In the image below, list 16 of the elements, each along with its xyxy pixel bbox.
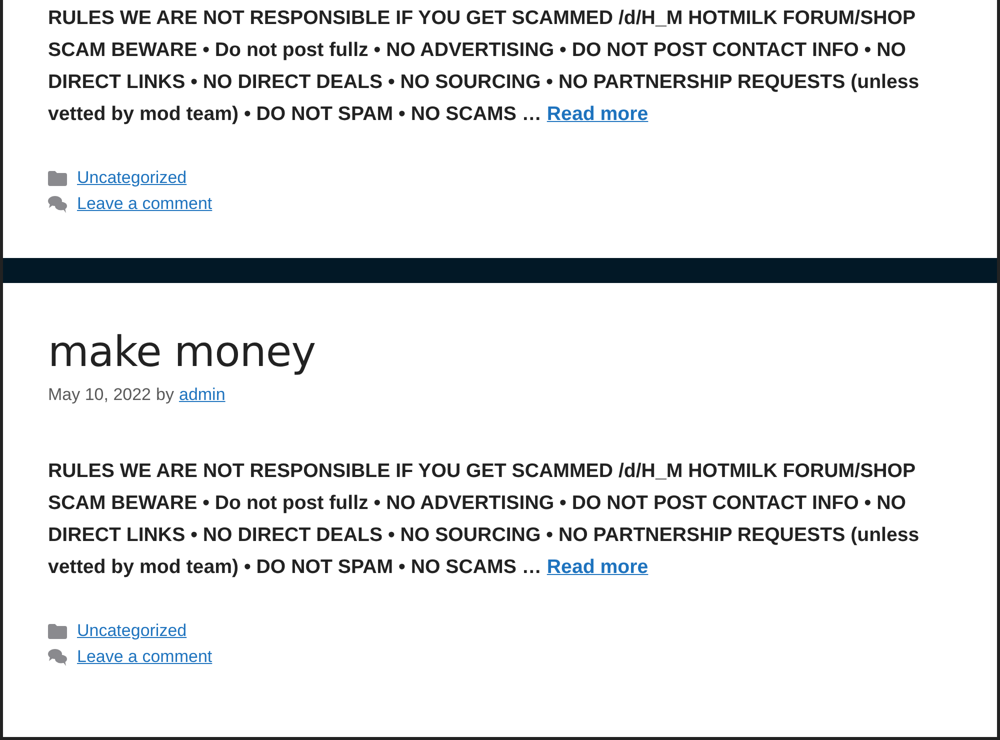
post-title: make money — [48, 327, 317, 378]
read-more-link[interactable]: Read more — [546, 556, 648, 578]
comment-link[interactable]: Leave a comment — [77, 194, 212, 214]
byline-text: by — [156, 385, 174, 406]
comments-icon — [48, 648, 67, 666]
comment-link[interactable]: Leave a comment — [77, 647, 212, 668]
post-excerpt: RULES WE ARE NOT RESPONSIBLE IF YOU GET SCAMMED /d/H_M HOTMILK FORUM/SHOP SCAM BEWARE • Do not post fullz • NO ADVERTISING • DO NOT POST CONTACT INFO • NO DIRECT LINKS • NO DIRECT DEALS • NO SOURCING • NO PARTNERSHIP REQUESTS (unless vetted by mod team) • DO NOT SPAM • NO SCAMS … Read more — [48, 6, 920, 127]
post-excerpt: RULES WE ARE NOT RESPONSIBLE IF YOU GET SCAMMED /d/H_M HOTMILK FORUM/SHOP SCAM BEWARE • Do not post fullz • NO ADVERTISING • DO NOT POST CONTACT INFO • NO DIRECT LINKS • NO DIRECT DEALS • NO SOURCING • NO PARTNERSHIP REQUESTS (unless vetted by mod team) • DO NOT SPAM • NO SCAMS … Read more — [48, 459, 920, 580]
category-link[interactable]: Uncategorized — [77, 168, 187, 188]
author-link[interactable]: admin — [178, 385, 226, 406]
post-date: May 10, 2022 — [48, 385, 152, 406]
read-more-link[interactable]: Read more — [546, 103, 648, 125]
folder-icon — [48, 624, 67, 639]
category-link[interactable]: Uncategorized — [77, 621, 187, 642]
folder-icon — [48, 170, 67, 186]
comments-icon — [48, 196, 67, 212]
